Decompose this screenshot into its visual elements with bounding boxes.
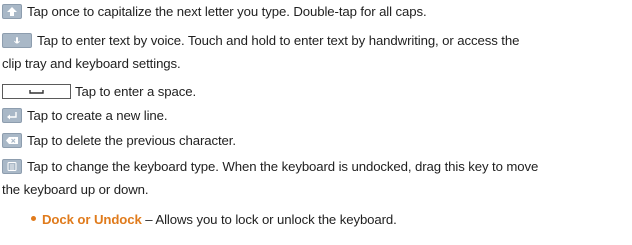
dock-undock-title: Dock or Undock	[42, 212, 142, 227]
delete-key-row: Tap to delete the previous character.	[2, 130, 236, 151]
microphone-icon	[2, 33, 32, 48]
space-key-row: Tap to enter a space.	[2, 81, 196, 102]
voice-key-description: Tap to enter text by voice. Touch and ho…	[37, 33, 520, 48]
help-document: Tap once to capitalize the next letter y…	[0, 0, 632, 245]
shift-key-description: Tap once to capitalize the next letter y…	[27, 4, 427, 19]
voice-key-description-cont: clip tray and keyboard settings.	[2, 56, 181, 71]
keyboard-type-key-description: Tap to change the keyboard type. When th…	[27, 159, 539, 174]
keyboard-type-key-description-cont: the keyboard up or down.	[2, 182, 149, 197]
dock-undock-description: Allows you to lock or unlock the keyboar…	[155, 212, 397, 227]
shift-arrow-icon	[2, 4, 22, 19]
space-bar-icon	[2, 84, 71, 99]
delete-icon	[2, 133, 22, 148]
keyboard-type-key-row: Tap to change the keyboard type. When th…	[2, 156, 538, 177]
voice-key-row: Tap to enter text by voice. Touch and ho…	[2, 30, 519, 51]
enter-key-row: Tap to create a new line.	[2, 105, 168, 126]
dock-undock-separator: –	[141, 212, 156, 227]
enter-key-description: Tap to create a new line.	[27, 108, 168, 123]
bullet-icon	[31, 216, 36, 221]
space-key-description: Tap to enter a space.	[75, 84, 197, 99]
shift-key-row: Tap once to capitalize the next letter y…	[2, 1, 427, 22]
dock-undock-bullet: Dock or Undock – Allows you to lock or u…	[31, 209, 397, 230]
delete-key-description: Tap to delete the previous character.	[27, 133, 236, 148]
enter-icon	[2, 108, 22, 123]
keyboard-type-icon	[2, 159, 22, 174]
